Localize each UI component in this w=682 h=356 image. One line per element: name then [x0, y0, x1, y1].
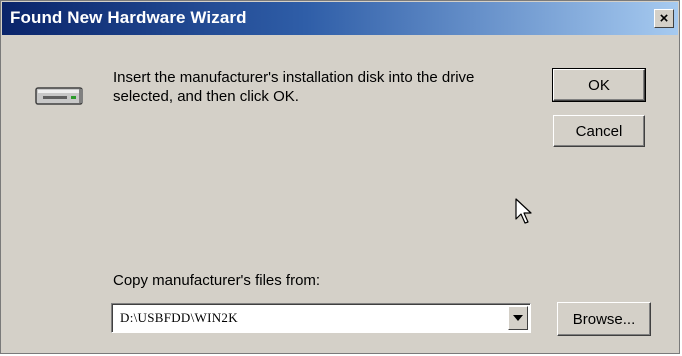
- dropdown-arrow-icon: [513, 315, 523, 321]
- mouse-pointer-icon: [515, 198, 532, 224]
- title-bar[interactable]: Found New Hardware Wizard ×: [2, 2, 678, 35]
- browse-button[interactable]: Browse...: [557, 302, 651, 336]
- close-icon: ×: [659, 10, 669, 27]
- instruction-line-1: Insert the manufacturer's installation d…: [113, 69, 475, 86]
- copy-from-label: Copy manufacturer's files from:: [113, 272, 321, 289]
- instruction-message: Insert the manufacturer's installation d…: [113, 68, 543, 106]
- copy-from-path-value[interactable]: D:\USBFDD\WIN2K: [120, 310, 238, 326]
- instruction-line-2: selected, and then click OK.: [113, 88, 299, 105]
- cancel-button[interactable]: Cancel: [553, 115, 645, 147]
- close-button[interactable]: ×: [654, 9, 674, 28]
- ok-button[interactable]: OK: [552, 68, 646, 102]
- copy-from-combobox[interactable]: D:\USBFDD\WIN2K: [111, 303, 531, 333]
- hardware-wizard-dialog: Found New Hardware Wizard × Insert the m…: [0, 0, 680, 354]
- dropdown-arrow-button[interactable]: [508, 306, 528, 330]
- window-title: Found New Hardware Wizard: [10, 8, 247, 27]
- floppy-drive-icon: [35, 87, 83, 105]
